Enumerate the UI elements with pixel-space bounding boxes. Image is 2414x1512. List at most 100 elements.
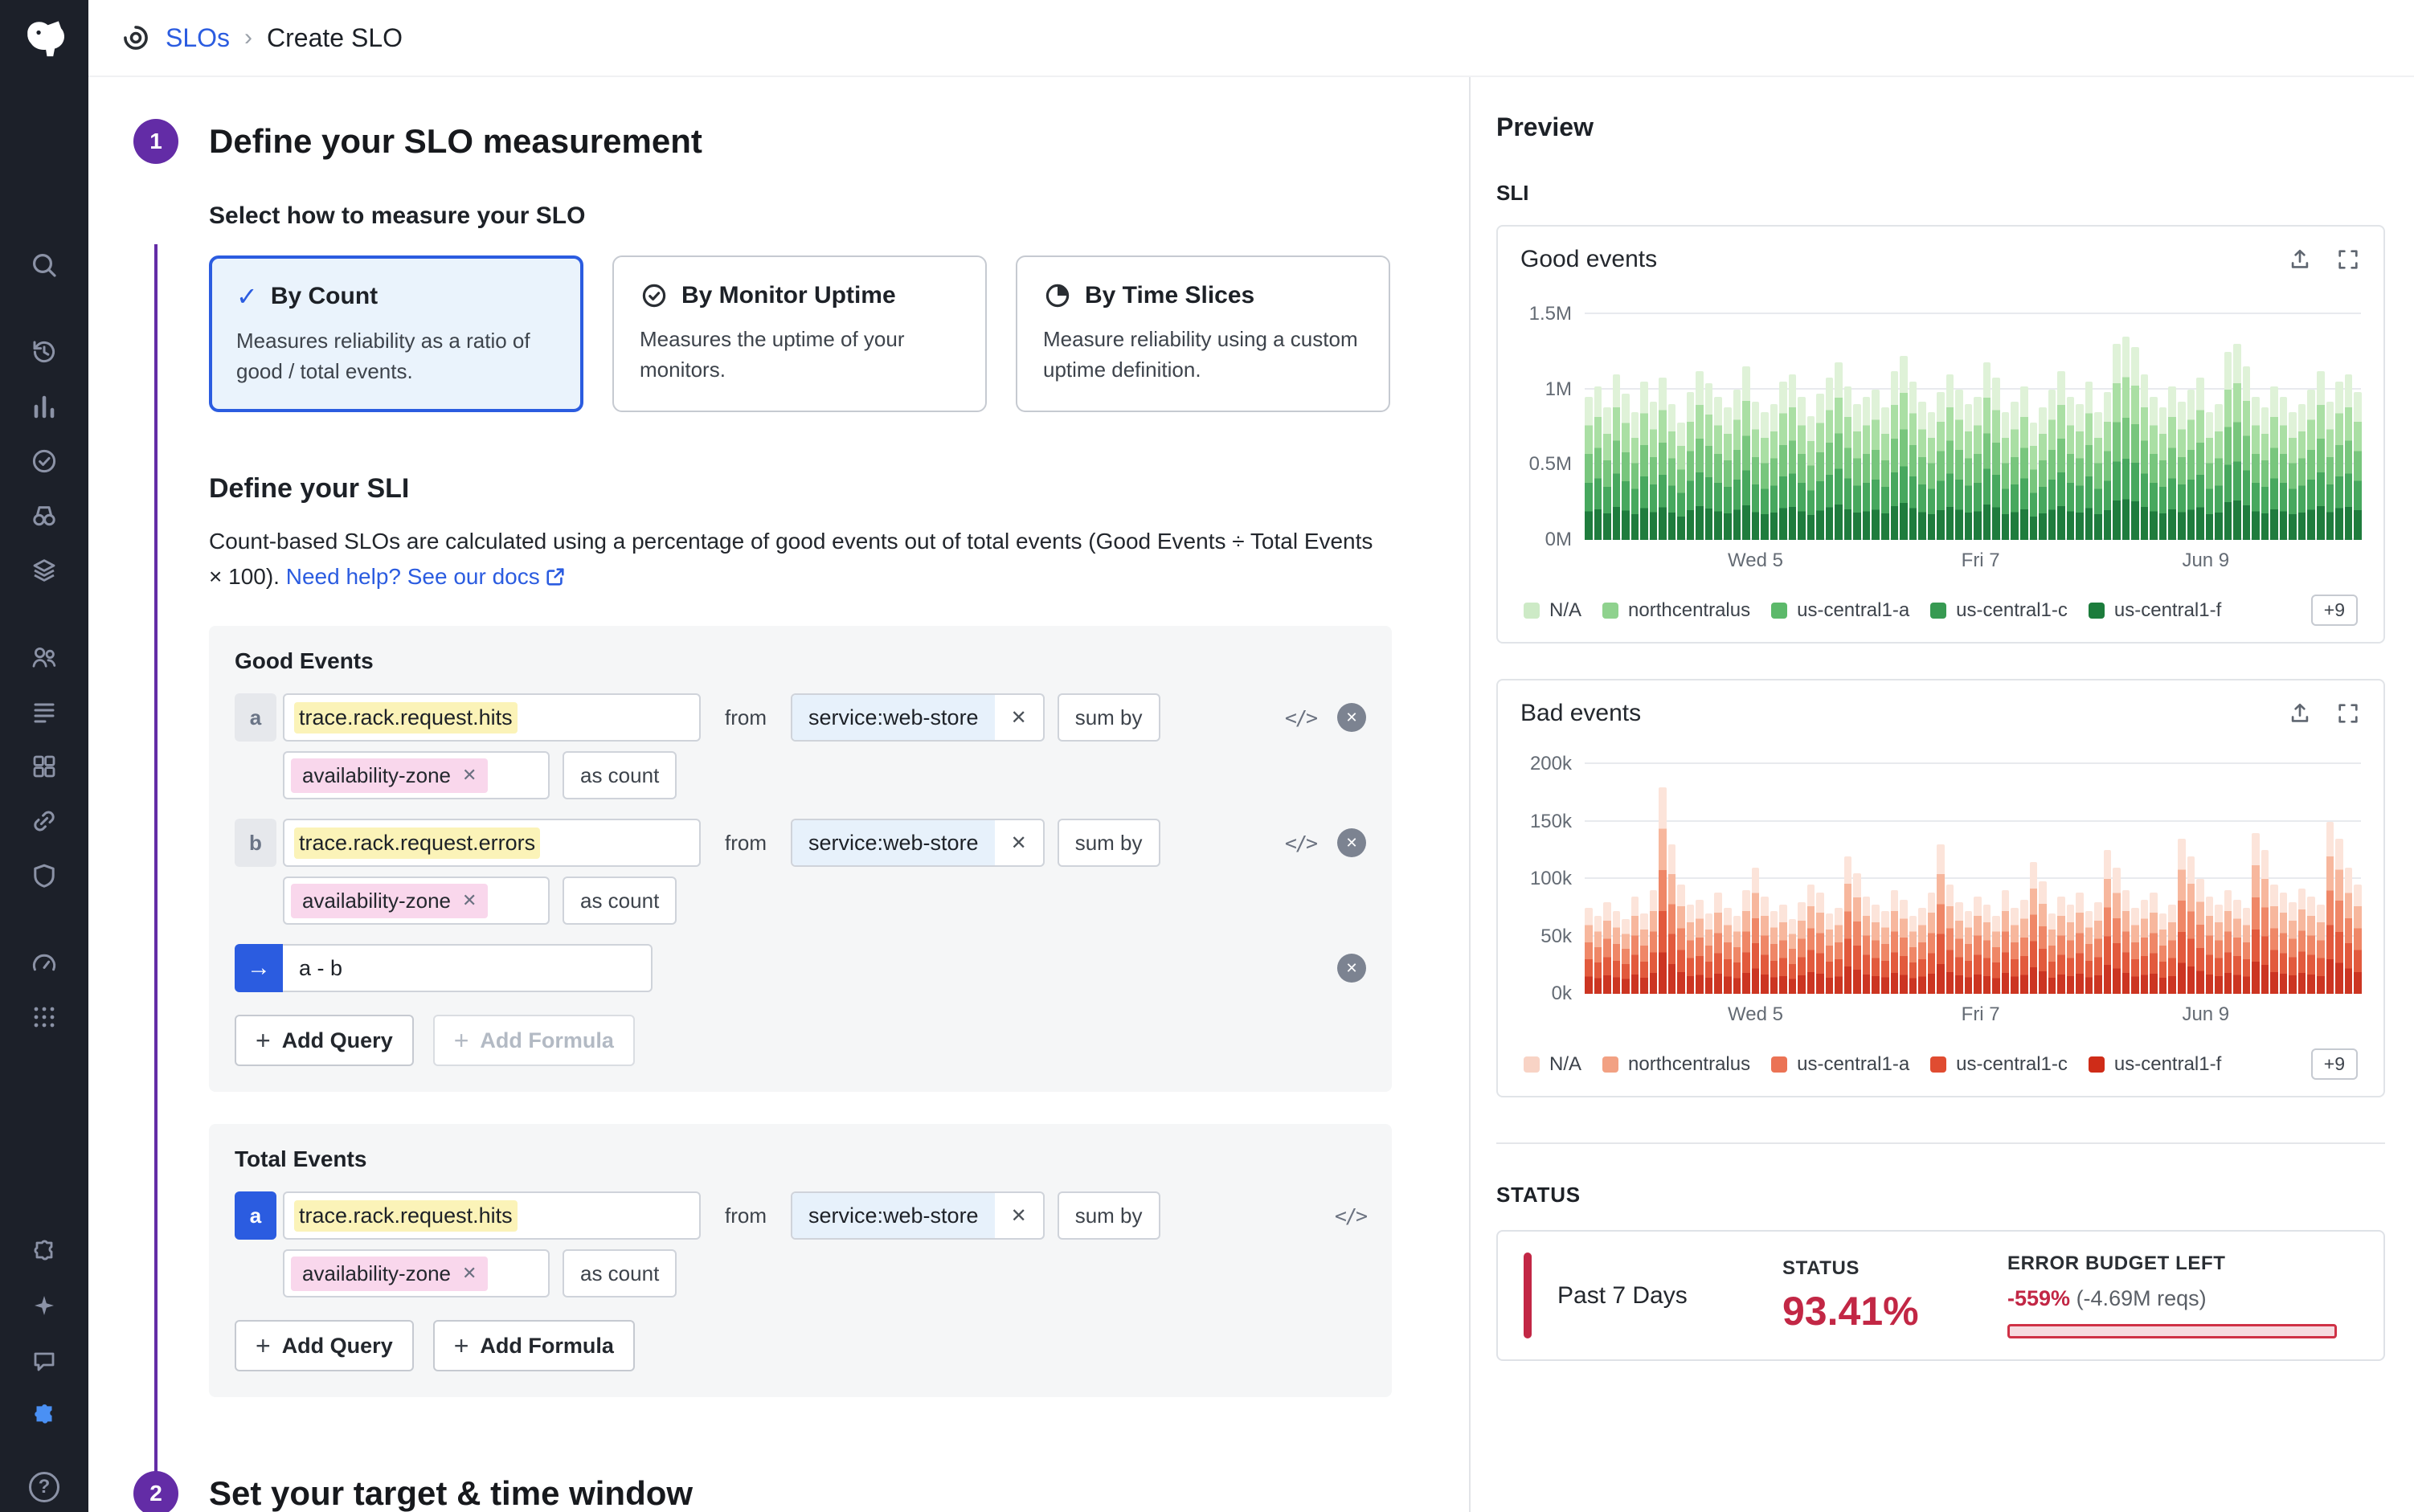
add-formula-button[interactable]: +Add Formula [433,1320,635,1371]
as-count-button[interactable]: as count [563,1249,677,1297]
remove-filter-icon[interactable]: ✕ [995,1193,1043,1238]
ai-sparkle-icon[interactable] [0,1279,88,1334]
stacked-bar [1585,908,1593,994]
remove-tag-icon[interactable]: ✕ [462,765,477,786]
code-icon[interactable]: </> [1285,832,1316,855]
legend-item[interactable]: northcentralus [1602,599,1750,622]
service-filter-token[interactable]: service:web-store [792,820,995,865]
organization-icon[interactable] [0,630,88,684]
service-filter-token[interactable]: service:web-store [792,1193,995,1238]
by-time-slices-card[interactable]: By Time Slices Measure reliability using… [1016,255,1390,412]
stacked-bar [2215,905,2223,994]
code-icon[interactable]: </> [1285,706,1316,729]
sum-by-button[interactable]: sum by [1058,819,1160,867]
expand-icon[interactable] [2335,701,2361,726]
stacked-bar [1659,378,1667,541]
stacked-bar [1603,902,1611,994]
infrastructure-icon[interactable] [0,739,88,794]
legend-more-badge[interactable]: +9 [2311,595,2358,626]
expand-icon[interactable] [2335,247,2361,272]
panel-divider [1496,1142,2385,1144]
metric-query-input[interactable]: trace.rack.request.hits [283,693,701,742]
remove-query-icon[interactable]: ✕ [1337,703,1366,732]
feedback-icon[interactable] [0,1334,88,1388]
legend-item[interactable]: us-central1-a [1771,1053,1909,1076]
stacked-bar [1891,890,1899,994]
add-query-button[interactable]: +Add Query [235,1320,414,1371]
service-check-icon[interactable] [0,434,88,488]
by-count-card[interactable]: ✓ By Count Measures reliability as a rat… [209,255,583,412]
query-letter-chip[interactable]: b [235,819,276,867]
remove-formula-icon[interactable]: ✕ [1337,954,1366,983]
sum-by-button[interactable]: sum by [1058,693,1160,742]
stacked-bar [2224,890,2232,994]
remove-filter-icon[interactable]: ✕ [995,695,1043,740]
export-icon[interactable] [2287,701,2313,726]
legend-item[interactable]: northcentralus [1602,1053,1750,1076]
breadcrumb-slos-link[interactable]: SLOs [166,23,230,53]
group-tag-chip[interactable]: availability-zone✕ [291,884,488,918]
as-count-button[interactable]: as count [563,877,677,925]
stacked-bar [1761,412,1769,540]
legend-item[interactable]: us-central1-f [2089,1053,2221,1076]
stacked-bar [1992,916,2000,994]
add-formula-button[interactable]: +Add Formula [433,1015,635,1066]
bad-events-chart-card: Bad events 200k150k100k50k0k Wed 5Fri 7J… [1496,679,2385,1097]
legend-item[interactable]: us-central1-c [1930,599,2068,622]
watchdog-icon[interactable] [0,488,88,543]
stacked-bar [2159,913,2167,994]
legend-item[interactable]: us-central1-f [2089,599,2221,622]
stacked-bar [1928,412,1936,540]
group-tag-chip[interactable]: availability-zone✕ [291,1257,488,1291]
query-letter-chip[interactable]: a [235,1191,276,1240]
as-count-button[interactable]: as count [563,751,677,799]
export-icon[interactable] [2287,247,2313,272]
card-title: By Count [271,283,378,310]
service-filter-token[interactable]: service:web-store [792,695,995,740]
sum-by-button[interactable]: sum by [1058,1191,1160,1240]
history-icon[interactable] [0,325,88,379]
legend-item[interactable]: N/A [1524,1053,1581,1076]
remove-filter-icon[interactable]: ✕ [995,820,1043,865]
stacked-bar [1714,893,1722,994]
remove-tag-icon[interactable]: ✕ [462,1263,477,1284]
stacked-bar [1807,885,1815,994]
docs-link[interactable]: Need help? See our docs [286,564,566,589]
help-icon[interactable]: ? [29,1472,59,1502]
group-by-input[interactable]: availability-zone✕ [283,751,550,799]
query-letter-chip[interactable]: a [235,693,276,742]
code-icon[interactable]: </> [1335,1204,1366,1228]
current-app-icon[interactable] [0,1388,88,1443]
by-monitor-uptime-card[interactable]: By Monitor Uptime Measures the uptime of… [612,255,987,412]
more-apps-icon[interactable] [0,990,88,1044]
formula-input[interactable]: a - b [283,944,653,992]
remove-tag-icon[interactable]: ✕ [462,890,477,911]
legend-more-badge[interactable]: +9 [2311,1048,2358,1080]
metrics-icon[interactable] [0,379,88,434]
remove-query-icon[interactable]: ✕ [1337,828,1366,857]
group-by-input[interactable]: availability-zone✕ [283,1249,550,1297]
integrations-icon[interactable] [0,543,88,598]
good-events-chart-card: Good events 1.5M1M0.5M0M Wed 5Fri 7Jun 9 [1496,225,2385,644]
step-2-badge: 2 [133,1471,178,1512]
group-by-input[interactable]: availability-zone✕ [283,877,550,925]
legend-item[interactable]: us-central1-a [1771,599,1909,622]
metric-query-input[interactable]: trace.rack.request.errors [283,819,701,867]
security-icon[interactable] [0,848,88,903]
stacked-bar [1789,374,1797,540]
legend-item[interactable]: us-central1-c [1930,1053,2068,1076]
create-slo-page: ? SLOs › Create SLO 1 Define your SLO me… [0,0,2414,1512]
logs-icon[interactable] [0,684,88,739]
add-query-button[interactable]: +Add Query [235,1015,414,1066]
search-icon[interactable] [0,238,88,292]
metric-query-input[interactable]: trace.rack.request.hits [283,1191,701,1240]
group-tag-chip[interactable]: availability-zone✕ [291,758,488,793]
chart-title: Good events [1520,246,1657,273]
dashboards-icon[interactable] [0,935,88,990]
datadog-logo[interactable] [18,13,70,64]
slo-form: 1 Define your SLO measurement Select how… [88,77,1469,1512]
legend-item[interactable]: N/A [1524,599,1581,622]
apm-icon[interactable] [0,794,88,848]
stacked-bar [2131,347,2139,540]
puzzle-icon[interactable] [0,1224,88,1279]
